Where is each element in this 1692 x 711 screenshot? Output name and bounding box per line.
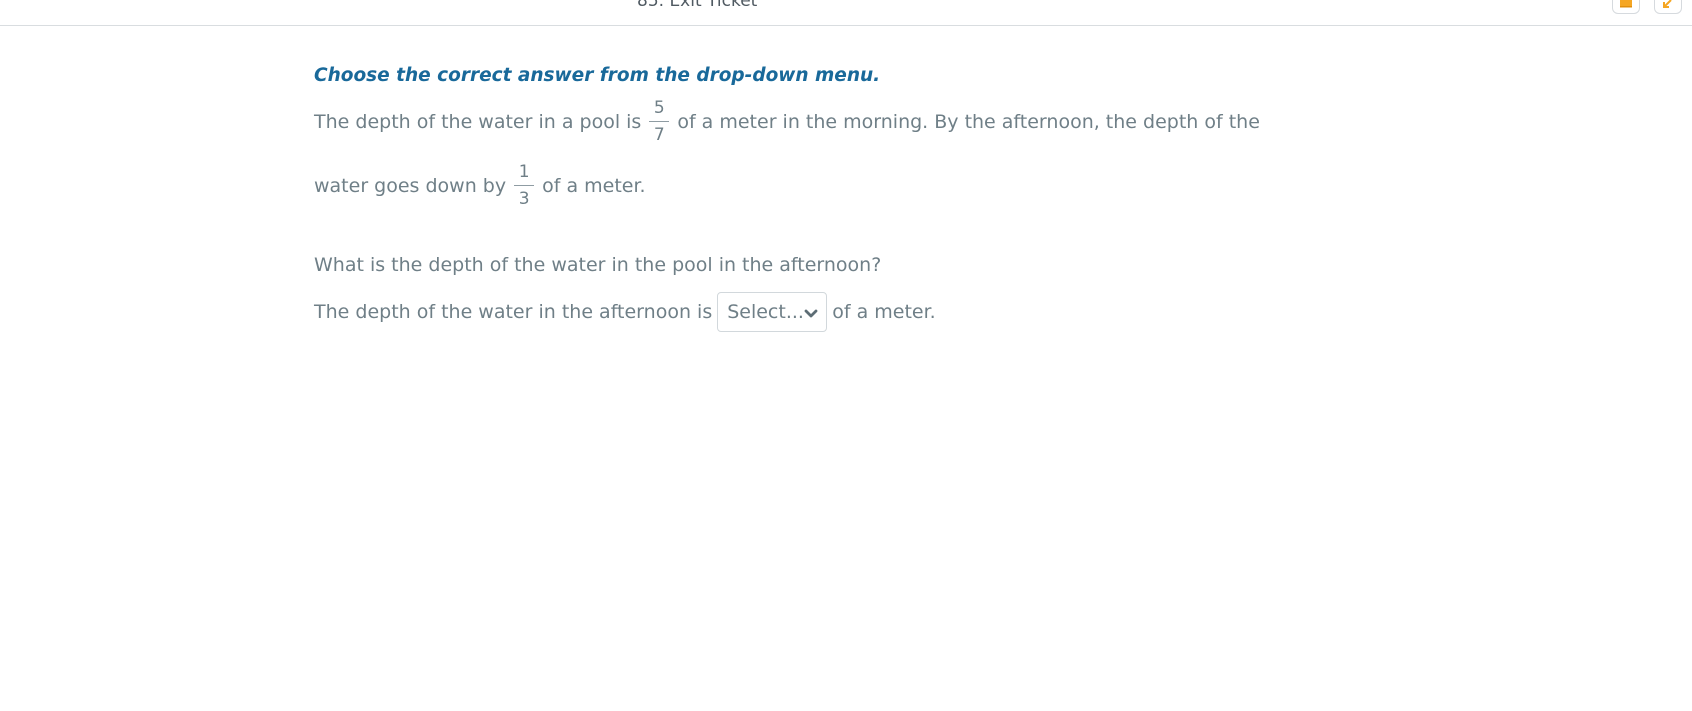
fraction-numerator: 5 [653, 98, 665, 118]
problem-text: of a meter in the morning. By the aftern… [677, 111, 1260, 133]
instruction-text: Choose the correct answer from the drop-… [314, 65, 881, 86]
problem-text: water goes down by [314, 175, 507, 197]
answer-text: The depth of the water in the afternoon … [314, 301, 713, 323]
fraction-numerator: 1 [518, 162, 530, 182]
top-bar: 85. Exit Ticket [0, 0, 1692, 26]
answer-dropdown[interactable]: Select... [717, 292, 828, 332]
fraction-one-third: 1 3 [514, 162, 535, 209]
bookmark-icon [1620, 0, 1632, 8]
problem-text: The depth of the water in a pool is [314, 111, 642, 133]
fraction-five-sevenths: 5 7 [649, 98, 670, 145]
dropdown-selected-value: Select... [727, 301, 804, 323]
chevron-down-icon [804, 309, 818, 317]
problem-text: of a meter. [542, 175, 646, 197]
answer-line: The depth of the water in the afternoon … [314, 290, 936, 334]
lesson-title: 85. Exit Ticket [637, 0, 758, 11]
bookmark-button[interactable] [1612, 0, 1640, 14]
prompt-text: What is the depth of the water in the po… [314, 254, 882, 276]
collapse-button[interactable] [1654, 0, 1682, 14]
prompt-line: What is the depth of the water in the po… [314, 250, 881, 280]
fraction-denominator: 3 [518, 189, 530, 209]
problem-line-2: water goes down by 1 3 of a meter. [314, 156, 646, 216]
collapse-arrow-icon [1663, 0, 1672, 8]
answer-text: of a meter. [832, 301, 936, 323]
problem-line-1: The depth of the water in a pool is 5 7 … [314, 92, 1260, 152]
fraction-denominator: 7 [653, 125, 665, 145]
